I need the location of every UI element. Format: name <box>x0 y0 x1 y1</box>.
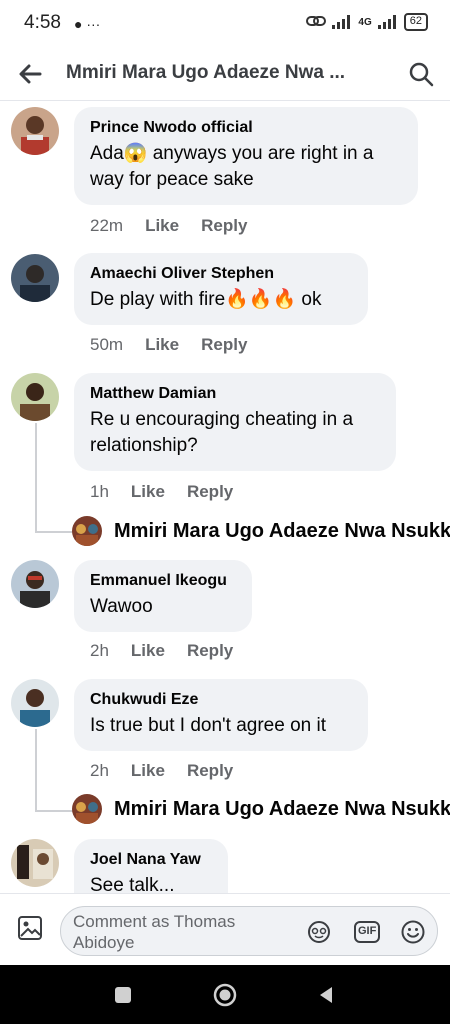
comment-time: 22m <box>90 216 124 235</box>
reply-button[interactable]: Reply <box>187 641 233 661</box>
comment-actions: 22m Like Reply <box>90 216 247 236</box>
thread-connector <box>35 531 73 533</box>
reply-author[interactable]: Mmiri Mara Ugo Adaeze Nwa Nsukka <box>114 798 450 821</box>
gif-icon[interactable]: GIF <box>353 918 381 946</box>
comment-actions: 50m Like Reply <box>90 335 247 355</box>
comment-placeholder: Comment as Thomas Abidoye <box>73 912 236 952</box>
like-button[interactable]: Like <box>131 482 165 502</box>
home-icon[interactable] <box>213 983 237 1007</box>
avatar[interactable] <box>11 679 59 727</box>
comment-bubble[interactable]: Matthew Damian Re u encouraging cheating… <box>74 373 396 471</box>
back-icon[interactable] <box>314 983 338 1007</box>
comment-text: See talk... <box>90 875 175 893</box>
thread-connector <box>35 810 73 812</box>
gif-label: GIF <box>358 925 377 937</box>
comment-text: Ada😱 anyways you are right in a way for … <box>90 143 374 190</box>
view-reply-row[interactable]: Mmiri Mara Ugo Adaeze Nwa Nsukka <box>72 516 450 546</box>
thread-line <box>35 729 37 812</box>
signal-icon <box>332 15 352 29</box>
view-reply-row[interactable]: Mmiri Mara Ugo Adaeze Nwa Nsukka <box>72 794 450 824</box>
comment-author[interactable]: Amaechi Oliver Stephen <box>90 264 352 284</box>
emoji-icon[interactable] <box>399 918 427 946</box>
reply-button[interactable]: Reply <box>201 335 247 355</box>
status-right: 4G 62 <box>306 13 428 31</box>
comment-time: 1h <box>90 482 109 501</box>
network-type: 4G <box>358 16 372 28</box>
reply-button[interactable]: Reply <box>187 761 233 781</box>
like-button[interactable]: Like <box>131 761 165 781</box>
comment-time: 2h <box>90 761 109 780</box>
status-bar: 4:58 ● ··· 4G 62 <box>0 0 450 48</box>
comment-text: Re u encouraging cheating in a relations… <box>90 409 354 456</box>
comment-text: Is true but I don't agree on it <box>90 715 326 736</box>
comment-author[interactable]: Prince Nwodo official <box>90 118 402 138</box>
comment-author[interactable]: Joel Nana Yaw <box>90 850 212 870</box>
comment-bubble[interactable]: Amaechi Oliver Stephen De play with fire… <box>74 253 368 325</box>
reply-button[interactable]: Reply <box>201 216 247 236</box>
comment-actions: 2h Like Reply <box>90 641 233 661</box>
avatar[interactable] <box>11 254 59 302</box>
avatar[interactable] <box>11 107 59 155</box>
like-button[interactable]: Like <box>145 335 179 355</box>
comments-list[interactable]: Prince Nwodo official Ada😱 anyways you a… <box>0 101 450 893</box>
comment-bubble[interactable]: Prince Nwodo official Ada😱 anyways you a… <box>74 107 418 205</box>
comment-bubble[interactable]: Emmanuel Ikeogu Wawoo <box>74 560 252 632</box>
avatar[interactable] <box>11 560 59 608</box>
avatar[interactable] <box>11 373 59 421</box>
reply-button[interactable]: Reply <box>187 482 233 502</box>
photo-icon[interactable] <box>16 914 44 942</box>
comment-composer: Comment as Thomas Abidoye GIF <box>0 893 450 966</box>
search-icon[interactable] <box>404 57 438 91</box>
comment-author[interactable]: Chukwudi Eze <box>90 690 352 710</box>
like-button[interactable]: Like <box>145 216 179 236</box>
link-icon <box>306 14 327 31</box>
reply-avatar <box>72 516 102 546</box>
reply-author[interactable]: Mmiri Mara Ugo Adaeze Nwa Nsukka <box>114 520 450 543</box>
comment-author[interactable]: Emmanuel Ikeogu <box>90 571 236 591</box>
comment-time: 2h <box>90 641 109 660</box>
like-button[interactable]: Like <box>131 641 165 661</box>
comment-bubble[interactable]: Chukwudi Eze Is true but I don't agree o… <box>74 679 368 751</box>
system-nav-bar <box>0 965 450 1024</box>
comment-text: De play with fire🔥🔥🔥 ok <box>90 289 322 310</box>
signal-icon-2 <box>377 15 398 29</box>
app-header: Mmiri Mara Ugo Adaeze Nwa ... <box>0 48 450 101</box>
page-title: Mmiri Mara Ugo Adaeze Nwa ... <box>66 62 346 83</box>
back-arrow-icon[interactable] <box>14 58 46 90</box>
recent-apps-icon[interactable] <box>111 983 135 1007</box>
comment-author[interactable]: Matthew Damian <box>90 384 380 404</box>
thread-line <box>35 423 37 533</box>
avatar-sticker-icon[interactable] <box>305 918 333 946</box>
status-time: 4:58 <box>24 12 61 33</box>
comment-time: 50m <box>90 335 124 354</box>
notification-icons: ● ··· <box>74 16 101 32</box>
avatar[interactable] <box>11 839 59 887</box>
battery-level: 62 <box>403 13 428 31</box>
comment-actions: 2h Like Reply <box>90 761 233 781</box>
comment-text: Wawoo <box>90 596 153 617</box>
comment-actions: 1h Like Reply <box>90 482 233 502</box>
comment-bubble[interactable]: Joel Nana Yaw See talk... <box>74 839 228 893</box>
comment-input[interactable]: Comment as Thomas Abidoye GIF <box>60 906 438 956</box>
reply-avatar <box>72 794 102 824</box>
